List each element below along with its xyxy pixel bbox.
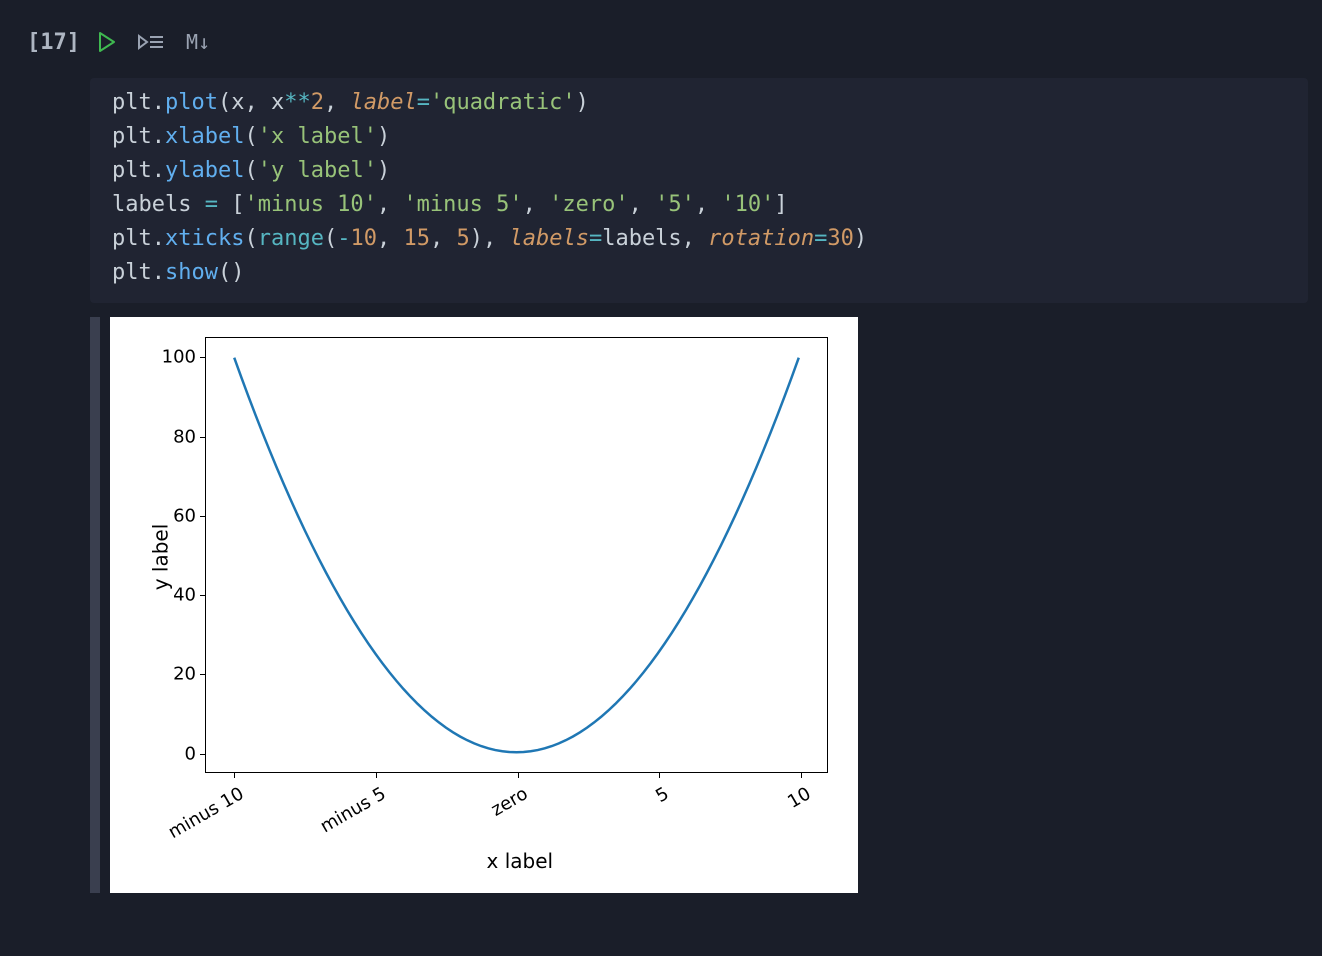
xtick-mark: [234, 772, 235, 778]
convert-to-markdown-button[interactable]: M↓: [186, 30, 210, 54]
xtick-label: 10: [781, 778, 814, 813]
code-line: plt.xlabel('x label'): [112, 120, 1286, 154]
code-line: plt.plot(x, x**2, label='quadratic'): [112, 86, 1286, 120]
output-gutter: [90, 317, 100, 893]
code-line: plt.ylabel('y label'): [112, 154, 1286, 188]
xtick-label: 5: [649, 778, 672, 807]
cell-body: M↓ plt.plot(x, x**2, label='quadratic') …: [90, 0, 1322, 893]
code-line: labels = ['minus 10', 'minus 5', 'zero',…: [112, 188, 1286, 222]
line-series: [206, 338, 827, 772]
ytick-label: 60: [173, 505, 206, 526]
notebook-cell: [17] M↓ plt.plot(x, x**2, label='quadrat…: [0, 0, 1322, 893]
ytick-label: 0: [185, 743, 206, 764]
xtick-mark: [801, 772, 802, 778]
ytick-label: 40: [173, 585, 206, 606]
run-by-line-button[interactable]: [138, 32, 164, 52]
code-line: plt.xticks(range(-10, 15, 5), labels=lab…: [112, 222, 1286, 256]
cell-output: 020406080100minus 10minus 5zero510y labe…: [90, 317, 1322, 893]
ytick-label: 100: [162, 347, 206, 368]
plot-area: 020406080100minus 10minus 5zero510: [205, 337, 828, 773]
xtick-label: minus 10: [162, 778, 248, 843]
cell-toolbar: M↓: [90, 24, 1322, 60]
code-editor[interactable]: plt.plot(x, x**2, label='quadratic') plt…: [90, 78, 1308, 303]
matplotlib-figure: 020406080100minus 10minus 5zero510y labe…: [110, 317, 858, 893]
code-line: plt.show(): [112, 256, 1286, 290]
cell-execution-prompt: [17]: [0, 0, 90, 55]
execution-count: [17]: [27, 30, 80, 55]
run-cell-button[interactable]: [98, 32, 116, 52]
xtick-mark: [659, 772, 660, 778]
xtick-label: zero: [484, 778, 531, 821]
xtick-label: minus 5: [314, 778, 390, 837]
xtick-mark: [376, 772, 377, 778]
y-axis-label: y label: [148, 523, 172, 590]
x-axis-label: x label: [487, 849, 554, 873]
ytick-label: 20: [173, 664, 206, 685]
ytick-label: 80: [173, 426, 206, 447]
